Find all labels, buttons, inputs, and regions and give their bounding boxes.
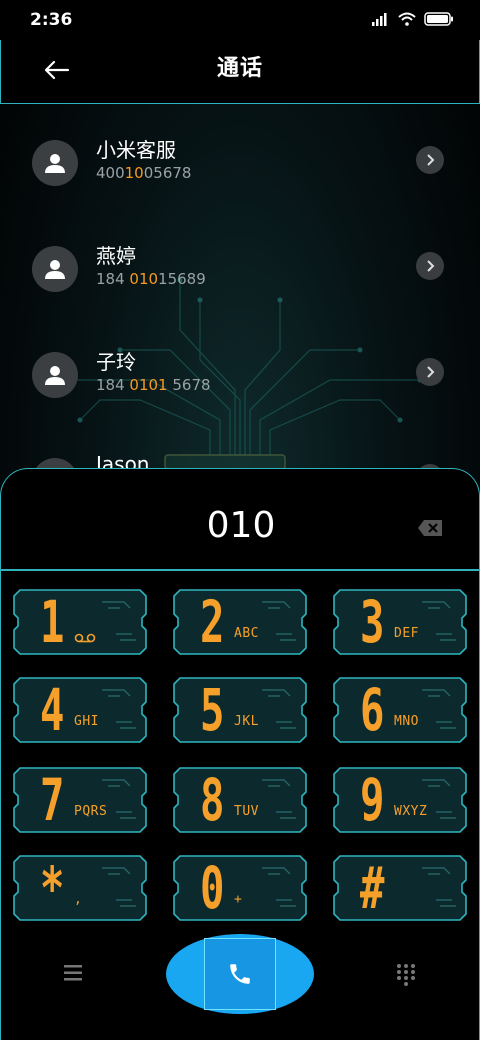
header: 通话: [0, 40, 480, 104]
key-frame: [13, 767, 147, 833]
key-letters: ABC: [234, 626, 259, 641]
contact-item[interactable]: 小米客服 4001005678: [32, 134, 452, 194]
key-digit: 7: [40, 766, 65, 834]
key-letters: MNO: [394, 714, 419, 729]
key-letters: DEF: [394, 626, 419, 641]
key-frame: [333, 767, 467, 833]
key-frame: [173, 677, 307, 743]
key-frame: [173, 767, 307, 833]
status-bar: 2:36: [0, 0, 480, 40]
contact-item[interactable]: 燕婷 184 01015689: [32, 240, 452, 300]
dialer-screen: 2:36 通话 小米客服 4001005678 燕婷 184 01015689 …: [0, 0, 480, 1040]
key-digit: 2: [200, 588, 225, 656]
call-button[interactable]: [166, 934, 314, 1014]
menu-icon[interactable]: [62, 963, 86, 983]
avatar: [32, 140, 78, 186]
key-letters: +: [234, 892, 243, 907]
backspace-icon[interactable]: [417, 519, 443, 537]
key-3[interactable]: 3 DEF: [332, 588, 468, 656]
key-digit: 5: [200, 676, 225, 744]
key-5[interactable]: 5 JKL: [172, 676, 308, 744]
key-letters: WXYZ: [394, 804, 428, 819]
key-0[interactable]: 0 +: [172, 854, 308, 922]
status-time: 2:36: [30, 10, 73, 30]
contact-name: 燕婷: [96, 244, 136, 268]
key-digit: 3: [360, 588, 385, 656]
contact-number: 184 0101 5678: [96, 376, 211, 394]
contact-name: 子玲: [96, 350, 136, 374]
key-4[interactable]: 4 GHI: [12, 676, 148, 744]
key-frame: [173, 855, 307, 921]
contact-name: 小米客服: [96, 138, 176, 162]
contact-number: 4001005678: [96, 164, 192, 182]
signal-icon: [372, 13, 387, 26]
key-digit: 4: [40, 676, 65, 744]
key-digit: 8: [200, 766, 225, 834]
phone-icon: [230, 964, 250, 984]
key-letters: JKL: [234, 714, 259, 729]
person-icon: [45, 366, 65, 385]
person-icon: [45, 260, 65, 279]
contact-number: 184 01015689: [96, 270, 206, 288]
key-letters: GHI: [74, 714, 99, 729]
contact-detail-button[interactable]: [416, 252, 444, 280]
chevron-right-icon: [427, 260, 435, 272]
contact-item[interactable]: 子玲 184 0101 5678: [32, 346, 452, 406]
person-icon: [45, 154, 65, 173]
key-8[interactable]: 8 TUV: [172, 766, 308, 834]
avatar: [32, 246, 78, 292]
key-frame: [333, 677, 467, 743]
contact-detail-button[interactable]: [416, 146, 444, 174]
key-9[interactable]: 9 WXYZ: [332, 766, 468, 834]
chevron-right-icon: [427, 366, 435, 378]
status-icons: [372, 12, 454, 26]
page-title: 通话: [216, 56, 263, 81]
key-digit: *: [40, 854, 65, 922]
key-digit: 6: [360, 676, 385, 744]
key-2[interactable]: 2 ABC: [172, 588, 308, 656]
key-star[interactable]: *,: [12, 854, 148, 922]
key-digit: 1: [40, 588, 65, 656]
key-digit: 0: [200, 854, 225, 922]
key-frame: [13, 677, 147, 743]
key-digit: #: [360, 854, 385, 922]
key-hash[interactable]: #: [332, 854, 468, 922]
key-1[interactable]: 1: [12, 588, 148, 656]
key-letters: PQRS: [74, 804, 108, 819]
key-digit: 9: [360, 766, 385, 834]
chevron-right-icon: [427, 154, 435, 166]
key-6[interactable]: 6 MNO: [332, 676, 468, 744]
battery-icon: [424, 12, 453, 26]
wifi-icon: [398, 12, 416, 26]
dialed-number: 010: [206, 505, 276, 546]
key-frame: [13, 855, 147, 921]
key-frame: [333, 589, 467, 655]
call-button-frame: [204, 938, 276, 1010]
key-frame: [173, 589, 307, 655]
key-7[interactable]: 7 PQRS: [12, 766, 148, 834]
key-letters: ,: [74, 892, 83, 907]
display-divider: [1, 569, 480, 571]
dialpad-icon[interactable]: [394, 962, 418, 986]
contact-detail-button[interactable]: [416, 358, 444, 386]
voicemail-icon: [74, 628, 96, 647]
key-frame: [333, 855, 467, 921]
key-letters: TUV: [234, 804, 259, 819]
avatar: [32, 352, 78, 398]
